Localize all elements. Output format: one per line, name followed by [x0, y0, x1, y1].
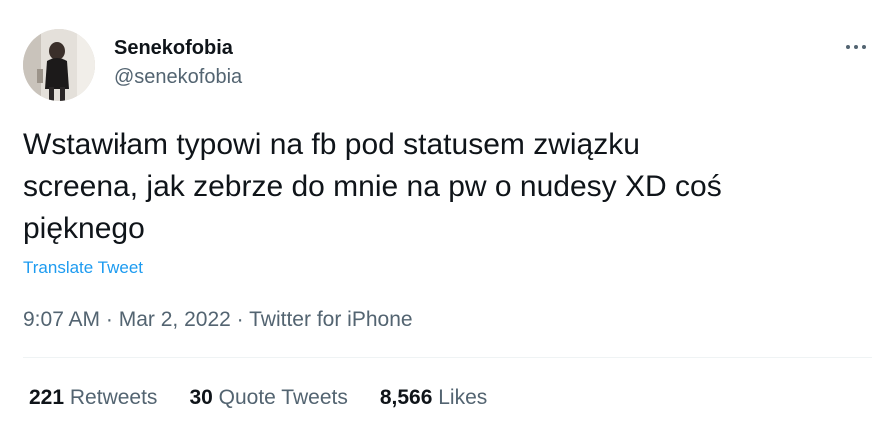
meta-separator: · — [105, 308, 113, 331]
tweet-stats: 221 Retweets 30 Quote Tweets 8,566 Likes — [29, 385, 519, 411]
tweet-source[interactable]: Twitter for iPhone — [249, 308, 412, 331]
more-options-button[interactable] — [836, 32, 876, 62]
user-handle[interactable]: @senekofobia — [114, 65, 242, 89]
avatar-photo — [23, 29, 95, 101]
tweet-date[interactable]: Mar 2, 2022 — [119, 308, 231, 331]
more-horizontal-icon-dot — [862, 45, 866, 49]
divider — [23, 357, 872, 358]
retweets-count: 221 — [29, 386, 65, 409]
retweets-label: Retweets — [69, 386, 158, 409]
tweet-metadata: 9:07 AM · Mar 2, 2022 · Twitter for iPho… — [23, 307, 413, 333]
display-name[interactable]: Senekofobia — [114, 36, 233, 60]
quote-tweets-stat[interactable]: 30 Quote Tweets — [189, 385, 347, 411]
more-horizontal-icon-dot — [854, 45, 858, 49]
tweet-text: Wstawiłam typowi na fb pod statusem zwią… — [23, 128, 722, 245]
likes-label: Likes — [438, 386, 488, 409]
meta-separator: · — [236, 308, 244, 331]
likes-stat[interactable]: 8,566 Likes — [380, 385, 487, 411]
quote-tweets-count: 30 — [189, 386, 213, 409]
tweet-card: Senekofobia @senekofobia Wstawiłam typow… — [0, 0, 895, 429]
quote-tweets-label: Quote Tweets — [218, 386, 348, 409]
retweets-stat[interactable]: 221 Retweets — [29, 385, 157, 411]
tweet-time[interactable]: 9:07 AM — [23, 308, 100, 331]
more-horizontal-icon — [846, 45, 850, 49]
translate-tweet-link[interactable]: Translate Tweet — [23, 257, 143, 279]
avatar[interactable] — [23, 29, 95, 101]
likes-count: 8,566 — [379, 386, 433, 409]
